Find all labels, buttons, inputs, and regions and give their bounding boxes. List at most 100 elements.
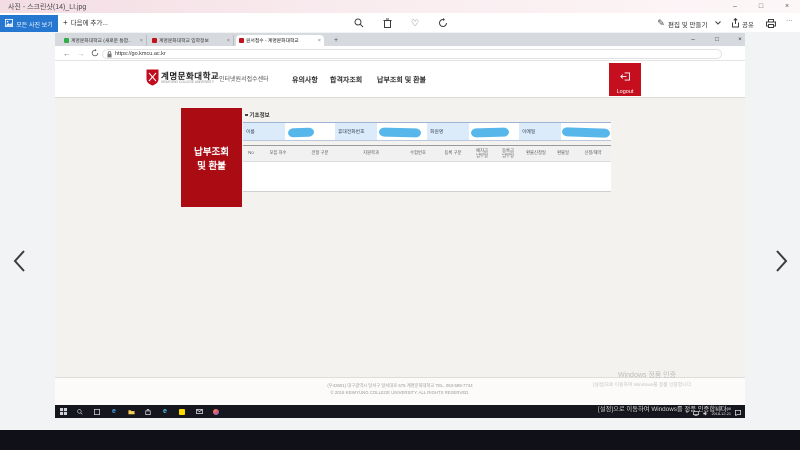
tab2-close-icon[interactable]: × — [227, 38, 230, 44]
url-field[interactable]: https://go.kmcu.ac.kr — [102, 49, 722, 59]
more-button[interactable]: ··· — [786, 17, 793, 24]
field-member-label: 회원명 — [427, 123, 469, 140]
field-email-label: 이메일 — [519, 123, 561, 140]
basic-info-panel: 기초정보 이름 휴대전화번호 회원명 이메일 No 모집 차수 전형 구분 지원… — [243, 111, 611, 281]
windows-activation-watermark-line2: [설정]으로 이동하여 Windows를 정품 인증합니다. — [598, 406, 729, 413]
col-apply-cancel: 신청/해약 — [584, 150, 602, 156]
sidebar-title-line2: 및 환불 — [197, 161, 226, 173]
next-photo-button[interactable] — [772, 248, 790, 274]
sidebar-payment-refund-box: 납부조회 및 환불 — [181, 108, 242, 207]
share-icon[interactable] — [728, 16, 742, 30]
inner-taskview-icon — [93, 408, 101, 416]
col-refund-date: 환불일 — [557, 150, 569, 156]
site-logo-subtitle: KEIMYUNG COLLEGE UNIVERSITY — [161, 80, 214, 84]
tab2-favicon — [152, 38, 157, 43]
favorite-heart-icon[interactable]: ♡ — [408, 16, 422, 30]
col-no: No — [248, 150, 254, 156]
logout-button[interactable]: Logout — [609, 63, 641, 96]
browser-tab-2[interactable]: 계명문화대학교 입학정보 × — [149, 35, 234, 46]
inner-mail-icon — [195, 408, 203, 416]
photos-titlebar: 사진 - 스크린샷(14)_LI.jpg – □ × — [0, 0, 800, 13]
plus-icon: + — [63, 17, 68, 27]
col-round: 모집 차수 — [269, 150, 287, 156]
logout-label: Logout — [616, 89, 634, 95]
redacted-email-value — [561, 127, 611, 138]
share-button[interactable]: 공유 — [742, 19, 754, 29]
redacted-member-value — [470, 127, 510, 138]
table-empty-body — [243, 162, 611, 192]
delete-icon[interactable] — [380, 16, 394, 30]
inner-watermark-line2: [설정]으로 이동하여 Windows를 정품 인증합니다. — [593, 383, 693, 388]
see-all-photos-label: 모든 사진 보기 — [16, 22, 53, 29]
tab2-title: 계명문화대학교 입학정보 — [159, 39, 209, 44]
inner-store-icon — [144, 408, 152, 416]
inner-kakaotalk-icon — [178, 408, 186, 416]
browser-maximize-button[interactable]: □ — [707, 33, 727, 46]
inner-action-center-icon — [735, 403, 741, 421]
sidebar-title-line1: 납부조회 — [194, 147, 229, 158]
field-email: 이메일 — [519, 123, 611, 140]
browser-minimize-button[interactable]: – — [683, 33, 703, 46]
maximize-button[interactable]: □ — [748, 0, 774, 13]
edit-pencil-icon[interactable]: ✎ — [654, 16, 668, 30]
taskbar — [0, 430, 800, 450]
site-header: 계명문화대학교 KEIMYUNG COLLEGE UNIVERSITY 인터넷원… — [55, 61, 745, 98]
rotate-icon[interactable] — [436, 16, 450, 30]
forward-icon[interactable]: → — [77, 49, 85, 58]
section-title: 기초정보 — [245, 111, 270, 119]
edit-create-button[interactable]: 편집 및 만들기 — [668, 19, 708, 29]
col-registration-type: 등록 구분 — [444, 150, 462, 156]
logout-door-icon — [609, 68, 641, 86]
col-department: 지원학과 — [363, 150, 379, 156]
window-title: 사진 - 스크린샷(14)_LI.jpg — [8, 4, 87, 11]
add-to-label: 다음에 추가... — [70, 20, 108, 27]
application-center-label: 인터넷원서접수센터 — [219, 77, 269, 83]
inner-edge-icon: e — [112, 408, 116, 415]
field-mobile: 휴대전화번호 — [335, 123, 427, 140]
previous-photo-button[interactable] — [10, 248, 28, 274]
footer-copyright: © 2018 KEIMYUNG COLLEGE UNIVERSITY. ALL … — [330, 389, 470, 395]
tab3-favicon — [239, 38, 244, 43]
browser-tab-active[interactable]: 원서접수 - 계명문화대학교 × — [236, 35, 324, 46]
see-all-photos-button[interactable]: 모든 사진 보기 — [0, 15, 58, 33]
back-icon[interactable]: ← — [63, 49, 71, 58]
inner-ie-icon: e — [163, 408, 167, 415]
col-admission-type: 전형 구분 — [311, 150, 329, 156]
inner-start-icon — [59, 408, 67, 416]
browser-addressbar: ← → https://go.kmcu.ac.kr — [55, 46, 745, 61]
basic-info-field-row: 이름 휴대전화번호 회원명 이메일 — [243, 122, 611, 141]
nav-item-notice[interactable]: 유의사항 — [292, 75, 318, 85]
redacted-mobile-value — [378, 127, 422, 138]
table-header-row: No 모집 차수 전형 구분 지원학과 수험번호 등록 구분 예치금 납부일 등… — [243, 145, 611, 162]
col-refund-request-date: 환불신청일 — [526, 150, 546, 156]
tab3-close-icon[interactable]: × — [318, 38, 321, 44]
tab3-title: 원서접수 - 계명문화대학교 — [246, 39, 299, 44]
close-button[interactable]: × — [774, 0, 800, 13]
page-content: 납부조회 및 환불 기초정보 이름 휴대전화번호 회원명 이메일 No 모집 차… — [55, 98, 745, 377]
url-text: https://go.kmcu.ac.kr — [115, 51, 166, 57]
chevron-down-icon — [714, 16, 722, 30]
field-name: 이름 — [243, 123, 335, 140]
photo-screenshot: 계명문화대학교 (새로운 통합.. × 계명문화대학교 입학정보 × 원서접수 … — [55, 33, 745, 418]
tab1-close-icon[interactable]: × — [140, 38, 143, 44]
reload-icon[interactable] — [91, 49, 99, 59]
inner-search-icon — [76, 408, 84, 416]
inner-watermark-line1: Windows 정품 인증 — [618, 372, 677, 379]
add-to-button[interactable]: + 다음에 추가... — [63, 17, 108, 28]
redacted-name-value — [287, 127, 315, 138]
field-mobile-label: 휴대전화번호 — [335, 123, 377, 140]
print-icon[interactable] — [764, 16, 778, 30]
browser-tab-1[interactable]: 계명문화대학교 (새로운 통합.. × — [61, 35, 147, 46]
browser-tabbar: 계명문화대학교 (새로운 통합.. × 계명문화대학교 입학정보 × 원서접수 … — [55, 33, 745, 46]
col-exam-number: 수험번호 — [410, 150, 426, 156]
tab1-favicon — [64, 38, 69, 43]
inner-explorer-icon — [127, 408, 135, 416]
tab1-title: 계명문화대학교 (새로운 통합.. — [71, 39, 131, 44]
browser-close-button[interactable]: × — [730, 33, 750, 46]
nav-item-pass-lookup[interactable]: 합격자조회 — [330, 75, 362, 85]
nav-item-payment-refund[interactable]: 납부조회 및 환불 — [377, 75, 426, 85]
bullet-icon — [245, 113, 248, 117]
zoom-icon[interactable] — [352, 16, 366, 30]
minimize-button[interactable]: – — [722, 0, 748, 13]
new-tab-button[interactable]: + — [331, 35, 341, 46]
